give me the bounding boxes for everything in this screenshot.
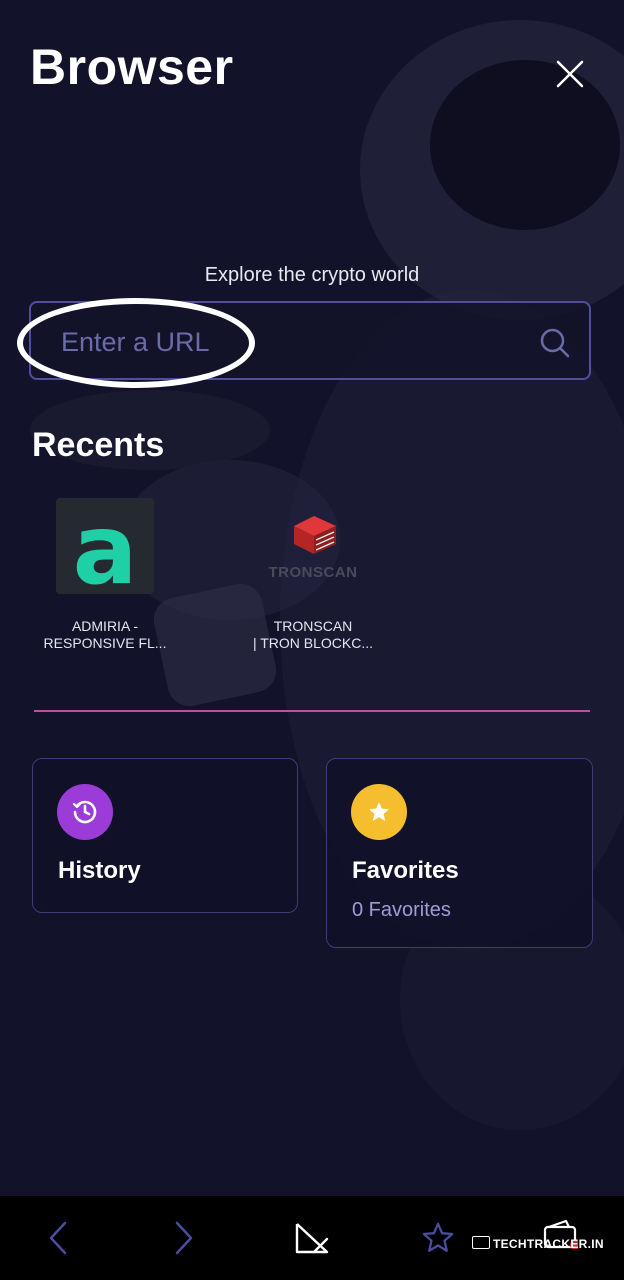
section-divider	[34, 710, 590, 712]
back-button[interactable]	[36, 1216, 80, 1260]
recent-item-admiria[interactable]: a ADMIRIA - RESPONSIVE FL...	[30, 498, 180, 652]
page-title: Browser	[30, 39, 234, 95]
search-icon[interactable]	[539, 327, 571, 359]
history-icon-circle	[57, 784, 113, 840]
tronscan-cube-icon	[294, 516, 336, 554]
recent-item-label: ADMIRIA - RESPONSIVE FL...	[43, 618, 167, 651]
admiria-logo-letter: a	[72, 498, 138, 594]
chevron-left-icon	[49, 1221, 67, 1255]
app-logo-icon	[295, 1223, 329, 1254]
favorites-card[interactable]: Favorites 0 Favorites	[326, 758, 593, 948]
forward-button[interactable]	[162, 1216, 206, 1260]
favorites-icon-circle	[351, 784, 407, 840]
tronscan-logo: TRONSCAN	[264, 498, 362, 594]
watermark: TECHTRACKER.IN	[472, 1236, 604, 1251]
favorite-button[interactable]	[416, 1216, 460, 1260]
recent-item-label: TRONSCAN | TRON BLOCKC...	[252, 618, 374, 651]
history-clock-icon	[72, 800, 97, 824]
home-button[interactable]	[290, 1216, 334, 1260]
recent-item-tronscan[interactable]: TRONSCAN TRONSCAN | TRON BLOCKC...	[238, 498, 388, 652]
star-outline-icon	[422, 1222, 454, 1252]
history-card[interactable]: History	[32, 758, 298, 913]
admiria-logo: a	[56, 498, 154, 594]
tagline: Explore the crypto world	[204, 264, 420, 286]
close-icon	[556, 60, 584, 88]
chevron-right-icon	[175, 1221, 193, 1255]
favorites-count: 0 Favorites	[352, 899, 451, 921]
watermark-browser-icon	[472, 1236, 490, 1249]
recents-heading: Recents	[32, 426, 165, 464]
tronscan-logo-text: TRONSCAN	[268, 564, 358, 581]
favorites-title: Favorites	[352, 857, 459, 884]
watermark-text: TECHTRACKER.IN	[493, 1237, 604, 1251]
star-icon	[369, 802, 389, 821]
highlight-annotation-oval	[17, 298, 255, 388]
close-button[interactable]	[550, 54, 590, 94]
history-title: History	[58, 857, 141, 884]
